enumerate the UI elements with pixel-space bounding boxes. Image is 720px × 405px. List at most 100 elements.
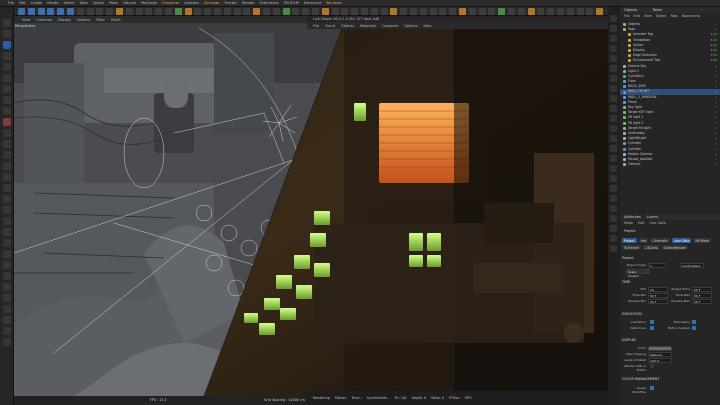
tool-icon[interactable] (3, 129, 11, 137)
live-viewer-menu-options[interactable]: Options (404, 24, 418, 28)
project-tab[interactable]: User Data (672, 238, 692, 243)
toolbar-button-icon[interactable] (253, 8, 261, 15)
project-tab[interactable]: Project (622, 238, 637, 243)
tool-icon[interactable] (3, 338, 11, 346)
live-viewer-menu-help[interactable]: Help (424, 24, 432, 28)
menu-create[interactable]: Create (31, 1, 43, 5)
live-viewer-menu-file[interactable]: File (313, 24, 319, 28)
tool-icon[interactable] (3, 239, 11, 247)
toolbar-button-icon[interactable] (498, 8, 506, 15)
toolbar-button-icon[interactable] (419, 8, 427, 15)
tool-icon[interactable] (3, 283, 11, 291)
attributes-tab-attributes[interactable]: Attributes (624, 214, 641, 220)
preview-min-field[interactable]: 50 F (648, 299, 668, 304)
menu-mograph[interactable]: MoGraph (141, 1, 157, 5)
linear-workflow-checkbox[interactable] (650, 386, 654, 390)
toolbar-button-icon[interactable] (263, 8, 270, 15)
tool-icon[interactable] (3, 107, 11, 115)
toolbar-button-icon[interactable] (508, 8, 515, 15)
attributes-menu-mode[interactable]: Mode (624, 221, 633, 227)
toolbar-button-icon[interactable] (96, 8, 104, 15)
toolbar-button-icon[interactable] (527, 8, 535, 15)
live-viewer-menu-compare[interactable]: Compare (382, 24, 398, 28)
live-viewer-menu-cloud[interactable]: Cloud (325, 24, 335, 28)
color-swatch[interactable] (648, 346, 672, 351)
viewport-menu-panel[interactable]: Panel (111, 18, 120, 22)
tool-icon[interactable] (3, 63, 11, 71)
manager-icon[interactable] (610, 55, 617, 62)
menu-mesh[interactable]: Mesh (109, 1, 118, 5)
manager-icon[interactable] (610, 155, 617, 162)
toolbar-button-icon[interactable] (459, 8, 466, 15)
menu-select[interactable]: Select (64, 1, 75, 5)
toolbar-button-icon[interactable] (57, 8, 65, 15)
tool-icon[interactable] (3, 118, 11, 126)
toolbar-button-icon[interactable] (233, 8, 241, 15)
menu-animate[interactable]: Animate (184, 1, 199, 5)
toolbar-button-icon[interactable] (135, 8, 143, 15)
toolbar-button-icon[interactable] (116, 8, 123, 15)
toolbar-button-icon[interactable] (361, 8, 368, 15)
menu-extensions[interactable]: Extensions (260, 1, 279, 5)
deformers-checkbox[interactable] (650, 326, 654, 330)
lod-field[interactable]: 100 % (648, 358, 672, 363)
live-viewer-menu-materials[interactable]: Materials (360, 24, 376, 28)
toolbar-button-icon[interactable] (390, 8, 398, 15)
manager-icon[interactable] (610, 75, 617, 82)
menu-windows[interactable]: Windows (326, 1, 342, 5)
tool-icon[interactable] (3, 96, 11, 104)
tool-icon[interactable] (3, 173, 11, 181)
toolbar-button-icon[interactable] (488, 8, 496, 15)
tool-icon[interactable] (3, 184, 11, 192)
menu-simulate[interactable]: Simulate (204, 1, 219, 5)
tool-icon[interactable] (3, 52, 11, 60)
takes-tab[interactable]: Takes (652, 8, 662, 12)
toolbar-button-icon[interactable] (468, 8, 476, 15)
menu-spline[interactable]: Spline (93, 1, 104, 5)
manager-icon[interactable] (610, 85, 617, 92)
toolbar-button-icon[interactable] (76, 8, 84, 15)
manager-icon[interactable] (610, 205, 617, 212)
project-tab[interactable]: Cinematic (650, 238, 671, 243)
toolbar-button-icon[interactable] (145, 8, 153, 15)
toolbar-button-icon[interactable] (410, 8, 417, 15)
menu-modes[interactable]: Modes (47, 1, 58, 5)
manager-icon[interactable] (610, 235, 617, 242)
viewport-menu-filter[interactable]: Filter (96, 18, 105, 22)
tool-icon[interactable] (3, 217, 11, 225)
toolbar-button-icon[interactable] (243, 8, 251, 15)
toolbar-button-icon[interactable] (194, 8, 202, 15)
scale-project-button[interactable]: Scale Project... (626, 269, 650, 278)
toolbar-button-icon[interactable] (517, 8, 525, 15)
toolbar-button-icon[interactable] (272, 8, 280, 15)
viewport-menu-cameras[interactable]: Cameras (36, 18, 52, 22)
editor-viewport[interactable] (14, 23, 608, 396)
project-tab[interactable]: OctaneRender (661, 245, 688, 250)
time-max-field[interactable]: 50 F (692, 293, 712, 298)
tool-icon[interactable] (3, 85, 11, 93)
toolbar-button-icon[interactable] (341, 8, 349, 15)
menu-tracker[interactable]: Tracker (224, 1, 237, 5)
objects-menu-tags[interactable]: Tags (671, 14, 678, 20)
toolbar-button-icon[interactable] (223, 8, 231, 15)
toolbar-button-icon[interactable] (165, 8, 172, 15)
manager-icon[interactable] (610, 65, 617, 72)
manager-icon[interactable] (610, 245, 617, 252)
menu-enhanced[interactable]: Enhanced (304, 1, 321, 5)
toolbar-button-icon[interactable] (351, 8, 359, 15)
manager-icon[interactable] (610, 95, 617, 102)
toolbar-button-icon[interactable] (155, 8, 163, 15)
toolbar-button-icon[interactable] (106, 8, 114, 15)
manager-icon[interactable] (610, 35, 617, 42)
time-min-field[interactable]: 50 F (648, 293, 668, 298)
manager-icon[interactable] (610, 225, 617, 232)
manager-icon[interactable] (610, 115, 617, 122)
manager-icon[interactable] (610, 105, 617, 112)
object-tree-row[interactable]: Camera ✓ (620, 162, 720, 167)
toolbar-button-icon[interactable] (576, 8, 584, 15)
manager-icon[interactable] (610, 185, 617, 192)
manager-icon[interactable] (610, 125, 617, 132)
tool-icon[interactable] (3, 41, 11, 49)
menu-exofilm[interactable]: EXOFILM (284, 1, 299, 5)
manager-icon[interactable] (610, 165, 617, 172)
